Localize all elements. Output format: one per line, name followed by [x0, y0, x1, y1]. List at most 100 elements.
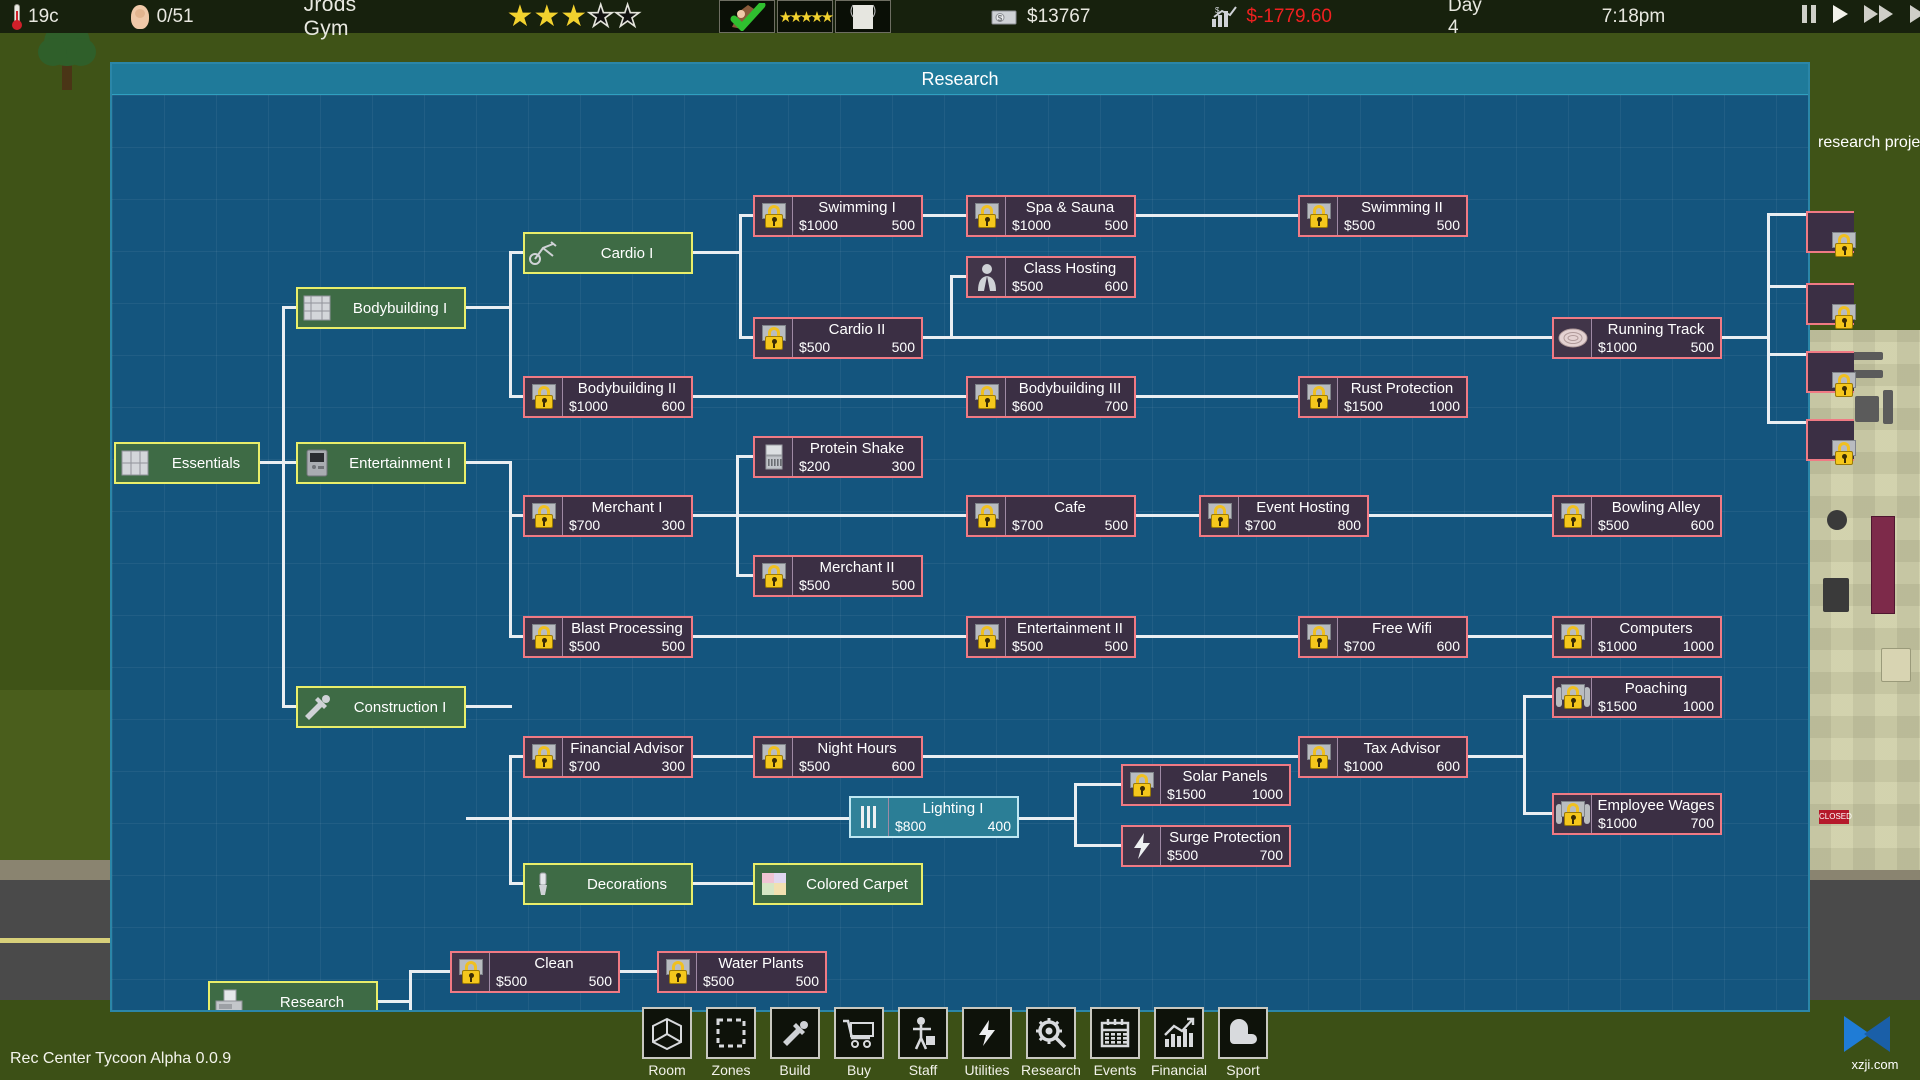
very-fast-forward-icon[interactable]: [1909, 4, 1920, 30]
research-node-name: Entertainment I: [349, 455, 451, 472]
lightning-bolt-icon[interactable]: [962, 1007, 1012, 1059]
tree-edge: [466, 461, 512, 464]
research-node-solar_panels[interactable]: Solar Panels $1500 1000: [1121, 764, 1291, 806]
research-node-cafe[interactable]: Cafe $700 500: [966, 495, 1136, 537]
research-node-night_hours[interactable]: Night Hours $500 600: [753, 736, 923, 778]
speed-control-group[interactable]: [1801, 0, 1920, 33]
research-node-cost: $500: [799, 758, 831, 774]
research-node-name: Event Hosting: [1256, 499, 1350, 516]
research-node-event_hosting[interactable]: Event Hosting $700 800: [1199, 495, 1369, 537]
research-node-blast_processing[interactable]: Blast Processing $500 500: [523, 616, 693, 658]
shopping-cart-icon[interactable]: [834, 1007, 884, 1059]
toolbar-item-sport[interactable]: Sport: [1216, 1007, 1270, 1078]
toolbar-item-staff[interactable]: Staff: [896, 1007, 950, 1078]
info-tab-group[interactable]: ★★★★★: [719, 0, 892, 33]
research-node-construction1[interactable]: Construction I: [296, 686, 466, 728]
fast-forward-icon[interactable]: [1863, 4, 1895, 30]
tree-edge: [509, 251, 523, 254]
research-node-decorations[interactable]: Decorations: [523, 863, 693, 905]
research-node-name: Merchant I: [591, 499, 663, 516]
research-node-swimming2[interactable]: Swimming II $500 500: [1298, 195, 1468, 237]
person-briefcase-icon[interactable]: [898, 1007, 948, 1059]
toolbar-item-zones[interactable]: Zones: [704, 1007, 758, 1078]
research-node-bodybuilding3[interactable]: Bodybuilding III $600 700: [966, 376, 1136, 418]
research-node-tax_advisor[interactable]: Tax Advisor $1000 600: [1298, 736, 1468, 778]
research-node-entertainment1[interactable]: Entertainment I: [296, 442, 466, 484]
lock-icon: [1554, 618, 1592, 656]
pause-icon[interactable]: [1801, 4, 1817, 30]
research-node-cost: $700: [569, 517, 601, 533]
toolbar-item-label: Events: [1093, 1062, 1137, 1078]
star-filled: ★: [506, 0, 534, 33]
research-node-merchant1[interactable]: Merchant I $700 300: [523, 495, 693, 537]
toolbar-item-events[interactable]: Events: [1088, 1007, 1142, 1078]
research-node-name: Cafe: [1054, 499, 1086, 516]
toolbar-item-buy[interactable]: Buy: [832, 1007, 886, 1078]
star-empty: ★: [586, 0, 615, 33]
research-tree-canvas[interactable]: Essentials Bodybuilding I Entertainment I C…: [112, 95, 1808, 1010]
research-node-cost: $700: [1344, 638, 1376, 654]
scroll-icon[interactable]: [835, 0, 892, 33]
star-rating-icon[interactable]: ★★★★★: [777, 0, 834, 33]
research-node-bowling_alley[interactable]: Bowling Alley $500 600: [1552, 495, 1722, 537]
research-node-employee_wages[interactable]: Employee Wages $1000 700: [1552, 793, 1722, 835]
research-node-bodybuilding2[interactable]: Bodybuilding II $1000 600: [523, 376, 693, 418]
boxing-glove-icon[interactable]: [1218, 1007, 1268, 1059]
research-node-bodybuilding1[interactable]: Bodybuilding I: [296, 287, 466, 329]
research-node-colored_carpet[interactable]: Colored Carpet: [753, 863, 923, 905]
research-node-offscreen-3[interactable]: [1806, 351, 1856, 397]
research-node-rust_protection[interactable]: Rust Protection $1500 1000: [1298, 376, 1468, 418]
approval-check-icon[interactable]: [719, 0, 776, 33]
toolbar-item-label: Zones: [711, 1062, 751, 1078]
gym-building-interior: CLOSED: [1806, 330, 1920, 870]
population-indicator: 0/51: [130, 0, 194, 33]
research-node-name: Free Wifi: [1372, 620, 1432, 637]
research-node-running_track[interactable]: Running Track $1000 500: [1552, 317, 1722, 359]
research-node-free_wifi[interactable]: Free Wifi $700 600: [1298, 616, 1468, 658]
research-node-spa_sauna[interactable]: Spa & Sauna $1000 500: [966, 195, 1136, 237]
research-node-essentials[interactable]: Essentials: [114, 442, 260, 484]
calendar-icon[interactable]: [1090, 1007, 1140, 1059]
hammer-wrench-icon[interactable]: [770, 1007, 820, 1059]
research-node-surge_protection[interactable]: Surge Protection $500 700: [1121, 825, 1291, 867]
dashed-square-icon[interactable]: [706, 1007, 756, 1059]
research-node-computers[interactable]: Computers $1000 1000: [1552, 616, 1722, 658]
research-node-offscreen-2[interactable]: [1806, 283, 1856, 329]
room-cube-icon[interactable]: [642, 1007, 692, 1059]
tree-edge: [739, 214, 753, 217]
gear-wrench-icon[interactable]: [1026, 1007, 1076, 1059]
toolbar-item-build[interactable]: Build: [768, 1007, 822, 1078]
temperature-indicator: 19c: [12, 0, 59, 33]
research-node-cost: $1500: [1598, 698, 1637, 714]
toolbar-item-label: Buy: [846, 1062, 872, 1078]
research-node-poaching[interactable]: Poaching $1500 1000: [1552, 676, 1722, 718]
research-node-financial_advisor[interactable]: Financial Advisor $700 300: [523, 736, 693, 778]
research-node-class_hosting[interactable]: Class Hosting $500 600: [966, 256, 1136, 298]
bottom-toolbar[interactable]: Room Zones Build Buy Staff Utilities Research E…: [0, 1000, 1920, 1080]
research-node-protein_shake[interactable]: Protein Shake $200 300: [753, 436, 923, 478]
toolbar-item-research[interactable]: Research: [1021, 1007, 1081, 1078]
research-node-water_plants[interactable]: Water Plants $500 500: [657, 951, 827, 993]
research-node-lighting1[interactable]: Lighting I $800 400: [849, 796, 1019, 838]
play-icon[interactable]: [1831, 4, 1849, 30]
research-node-cardio2[interactable]: Cardio II $500 500: [753, 317, 923, 359]
research-node-points: 600: [1690, 517, 1714, 533]
research-node-offscreen-1[interactable]: [1806, 211, 1856, 257]
research-node-cost: $1000: [1598, 339, 1637, 355]
research-node-cardio1[interactable]: Cardio I: [523, 232, 693, 274]
toolbar-item-room[interactable]: Room: [640, 1007, 694, 1078]
bar-chart-icon[interactable]: [1154, 1007, 1204, 1059]
research-node-entertainment2[interactable]: Entertainment II $500 500: [966, 616, 1136, 658]
research-node-swimming1[interactable]: Swimming I $1000 500: [753, 195, 923, 237]
toolbar-item-utilities[interactable]: Utilities: [960, 1007, 1014, 1078]
research-node-clean[interactable]: Clean $500 500: [450, 951, 620, 993]
lock-icon: [452, 953, 490, 991]
toolbar-item-label: Staff: [908, 1062, 938, 1078]
research-node-offscreen-4[interactable]: [1806, 419, 1856, 465]
tree-edge: [693, 882, 753, 885]
research-node-merchant2[interactable]: Merchant II $500 500: [753, 555, 923, 597]
toolbar-item-financial[interactable]: Financial: [1151, 1007, 1207, 1078]
star-rating: ★ ★ ★ ★ ★: [506, 0, 641, 33]
research-node-points: 300: [661, 758, 685, 774]
research-node-cost: $1000: [1598, 638, 1637, 654]
